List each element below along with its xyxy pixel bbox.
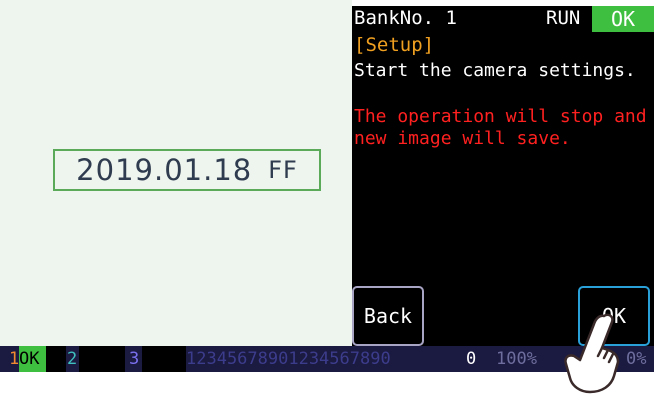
slot-1-status: OK (19, 346, 46, 372)
ok-status-badge: OK (592, 6, 654, 32)
slot-3-number: 3 (129, 349, 140, 369)
sequence-counter: 12345678901234567890 (186, 349, 391, 369)
date-stamp-text: 2019.01.18 (76, 153, 253, 187)
slot-2-block (79, 346, 125, 372)
back-button[interactable]: Back (352, 286, 424, 346)
percent-value-2: 0% (626, 349, 647, 369)
camera-preview: 2019.01.18 FF (0, 0, 352, 346)
count-value: 0 (466, 349, 477, 369)
hand-pointer-icon (564, 313, 620, 394)
status-bar: 1 OK 2 3 12345678901234567890 0 100% 0% (0, 346, 654, 372)
bank-number: BankNo. 1 (354, 7, 457, 29)
setup-message: Start the camera settings. (354, 60, 636, 81)
run-status: RUN (546, 7, 581, 29)
settings-panel: BankNo. 1 RUN OK [Setup] Start the camer… (352, 6, 654, 346)
slot-1-number: 1 (9, 349, 20, 369)
warning-message: The operation will stop and new image wi… (354, 106, 647, 149)
slot-3-block (142, 346, 186, 372)
slot-1-block (46, 346, 66, 372)
date-stamp-suffix: FF (268, 156, 298, 184)
setup-title: [Setup] (354, 34, 435, 56)
status-line: BankNo. 1 RUN OK (352, 6, 654, 32)
slot-2-number: 2 (67, 349, 78, 369)
percent-value-1: 100% (496, 349, 537, 369)
date-stamp: 2019.01.18 FF (53, 149, 321, 191)
